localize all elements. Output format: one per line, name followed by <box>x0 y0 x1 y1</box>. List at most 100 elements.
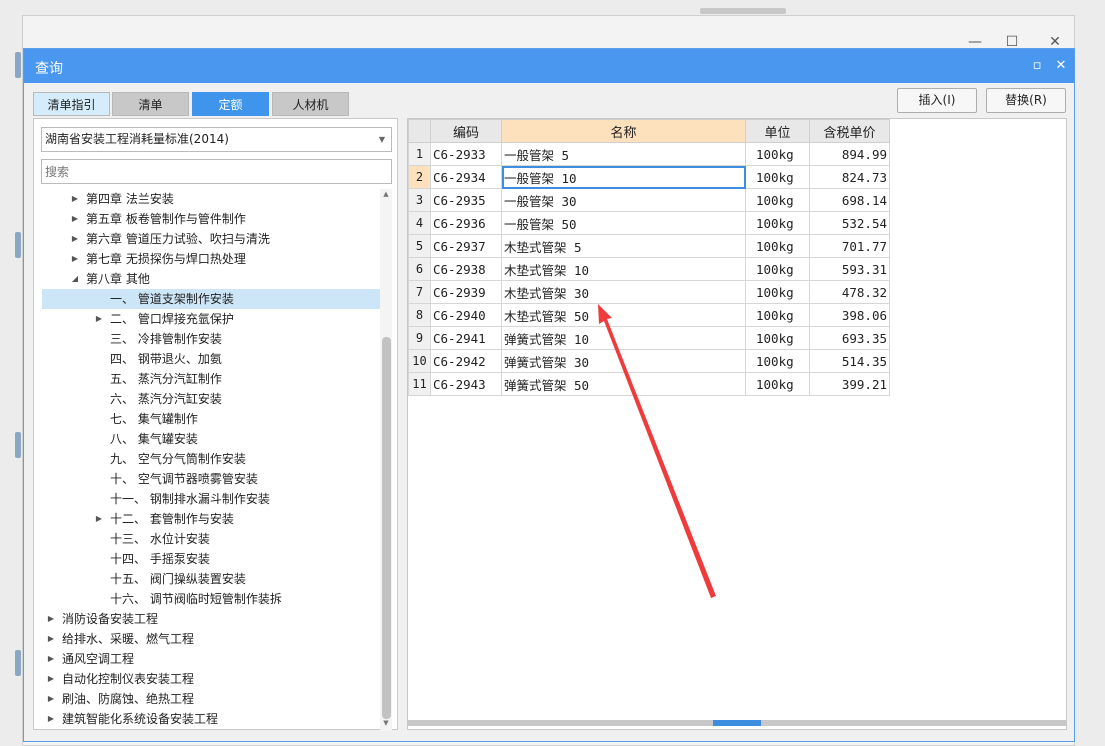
collapsed-chevron-icon[interactable]: ▶ <box>46 689 56 709</box>
tree-node[interactable]: ▶ 通风空调工程 <box>42 649 387 669</box>
scroll-down-icon[interactable]: ▼ <box>380 719 392 727</box>
row-number-cell[interactable]: 1 <box>408 142 431 166</box>
collapsed-chevron-icon[interactable]: ▶ <box>46 669 56 689</box>
table-row[interactable]: 4 C6-2936 一般管架 50 100kg 532.54 <box>408 211 890 235</box>
column-header-name[interactable]: 名称 <box>501 119 746 143</box>
horizontal-scrollbar[interactable] <box>408 720 1066 726</box>
price-cell[interactable]: 894.99 <box>809 142 890 166</box>
tree-node[interactable]: 十一、 钢制排水漏斗制作安装 <box>42 489 387 509</box>
scrollbar-thumb[interactable] <box>382 337 391 719</box>
code-cell[interactable]: C6-2936 <box>430 211 502 235</box>
row-number-cell[interactable]: 8 <box>408 303 431 327</box>
collapsed-chevron-icon[interactable]: ▶ <box>46 649 56 669</box>
row-number-cell[interactable]: 10 <box>408 349 431 373</box>
tree-node[interactable]: 十六、 调节阀临时短管制作装拆 <box>42 589 387 609</box>
price-cell[interactable]: 698.14 <box>809 188 890 212</box>
price-cell[interactable]: 478.32 <box>809 280 890 304</box>
code-cell[interactable]: C6-2938 <box>430 257 502 281</box>
tree-node[interactable]: 十五、 阀门操纵装置安装 <box>42 569 387 589</box>
row-number-cell[interactable]: 9 <box>408 326 431 350</box>
name-cell[interactable]: 弹簧式管架 30 <box>501 349 746 373</box>
table-row[interactable]: 9 C6-2941 弹簧式管架 10 100kg 693.35 <box>408 326 890 350</box>
collapsed-chevron-icon[interactable]: ▶ <box>70 249 80 269</box>
table-row[interactable]: 3 C6-2935 一般管架 30 100kg 698.14 <box>408 188 890 212</box>
code-cell[interactable]: C6-2933 <box>430 142 502 166</box>
tree-node[interactable]: ▶ 二、 管口焊接充氩保护 <box>42 309 387 329</box>
code-cell[interactable]: C6-2941 <box>430 326 502 350</box>
row-number-cell[interactable]: 6 <box>408 257 431 281</box>
name-cell[interactable]: 弹簧式管架 50 <box>501 372 746 396</box>
unit-cell[interactable]: 100kg <box>745 372 810 396</box>
unit-cell[interactable]: 100kg <box>745 188 810 212</box>
tab-list-guide[interactable]: 清单指引 <box>33 92 110 116</box>
table-row[interactable]: 6 C6-2938 木垫式管架 10 100kg 593.31 <box>408 257 890 281</box>
table-row[interactable]: 5 C6-2937 木垫式管架 5 100kg 701.77 <box>408 234 890 258</box>
collapsed-chevron-icon[interactable]: ▶ <box>70 189 80 209</box>
table-row[interactable]: 8 C6-2940 木垫式管架 50 100kg 398.06 <box>408 303 890 327</box>
tree-node[interactable]: 十、 空气调节器喷雾管安装 <box>42 469 387 489</box>
price-cell[interactable]: 398.06 <box>809 303 890 327</box>
expanded-chevron-icon[interactable]: ◢ <box>70 269 80 289</box>
collapsed-chevron-icon[interactable]: ▶ <box>70 229 80 249</box>
code-cell[interactable]: C6-2937 <box>430 234 502 258</box>
collapsed-chevron-icon[interactable]: ▶ <box>46 609 56 629</box>
tree-node[interactable]: ▶ 建筑智能化系统设备安装工程 <box>42 709 387 729</box>
unit-cell[interactable]: 100kg <box>745 280 810 304</box>
search-input[interactable] <box>41 159 392 184</box>
restore-icon[interactable]: ▫ <box>1028 57 1046 75</box>
price-cell[interactable]: 693.35 <box>809 326 890 350</box>
name-cell[interactable]: 一般管架 30 <box>501 188 746 212</box>
code-cell[interactable]: C6-2940 <box>430 303 502 327</box>
tree-node[interactable]: 五、 蒸汽分汽缸制作 <box>42 369 387 389</box>
collapsed-chevron-icon[interactable]: ▶ <box>46 709 56 729</box>
tab-labor-material-machine[interactable]: 人材机 <box>272 92 349 116</box>
price-cell[interactable]: 532.54 <box>809 211 890 235</box>
scroll-up-icon[interactable]: ▲ <box>380 190 392 198</box>
unit-cell[interactable]: 100kg <box>745 142 810 166</box>
unit-cell[interactable]: 100kg <box>745 211 810 235</box>
column-header-price[interactable]: 含税单价 <box>809 119 890 143</box>
name-cell[interactable]: 一般管架 5 <box>501 142 746 166</box>
price-cell[interactable]: 701.77 <box>809 234 890 258</box>
dialog-close-icon[interactable]: ✕ <box>1052 57 1070 75</box>
chevron-down-icon[interactable]: ▼ <box>379 128 385 151</box>
price-cell[interactable]: 514.35 <box>809 349 890 373</box>
code-cell[interactable]: C6-2943 <box>430 372 502 396</box>
collapsed-chevron-icon[interactable]: ▶ <box>94 309 104 329</box>
unit-cell[interactable]: 100kg <box>745 326 810 350</box>
row-number-cell[interactable]: 3 <box>408 188 431 212</box>
row-number-cell[interactable]: 5 <box>408 234 431 258</box>
price-cell[interactable]: 824.73 <box>809 165 890 189</box>
tree-node[interactable]: ▶ 十二、 套管制作与安装 <box>42 509 387 529</box>
collapsed-chevron-icon[interactable]: ▶ <box>94 509 104 529</box>
unit-cell[interactable]: 100kg <box>745 349 810 373</box>
tree-node[interactable]: 六、 蒸汽分汽缸安装 <box>42 389 387 409</box>
row-number-cell[interactable]: 11 <box>408 372 431 396</box>
name-cell[interactable]: 木垫式管架 10 <box>501 257 746 281</box>
standard-select[interactable]: 湖南省安装工程消耗量标准(2014) ▼ <box>41 127 392 152</box>
tab-quota[interactable]: 定额 <box>192 92 269 116</box>
code-cell[interactable]: C6-2942 <box>430 349 502 373</box>
collapsed-chevron-icon[interactable]: ▶ <box>70 209 80 229</box>
tree-node[interactable]: ▶ 自动化控制仪表安装工程 <box>42 669 387 689</box>
name-cell[interactable]: 木垫式管架 5 <box>501 234 746 258</box>
table-row[interactable]: 1 C6-2933 一般管架 5 100kg 894.99 <box>408 142 890 166</box>
column-header-code[interactable]: 编码 <box>430 119 502 143</box>
price-cell[interactable]: 399.21 <box>809 372 890 396</box>
tree-node[interactable]: 十三、 水位计安装 <box>42 529 387 549</box>
row-number-cell[interactable]: 4 <box>408 211 431 235</box>
tree-node[interactable]: ▶ 第七章 无损探伤与焊口热处理 <box>42 249 387 269</box>
tree-node[interactable]: ▶ 刷油、防腐蚀、绝热工程 <box>42 689 387 709</box>
name-cell[interactable]: 木垫式管架 50 <box>501 303 746 327</box>
tree-node[interactable]: ◢ 第八章 其他 <box>42 269 387 289</box>
row-number-cell[interactable]: 2 <box>408 165 431 189</box>
tree-node[interactable]: 八、 集气罐安装 <box>42 429 387 449</box>
tree-node[interactable]: ▶ 消防设备安装工程 <box>42 609 387 629</box>
unit-cell[interactable]: 100kg <box>745 234 810 258</box>
unit-cell[interactable]: 100kg <box>745 303 810 327</box>
tree-node[interactable]: ▶ 第五章 板卷管制作与管件制作 <box>42 209 387 229</box>
code-cell[interactable]: C6-2935 <box>430 188 502 212</box>
unit-cell[interactable]: 100kg <box>745 165 810 189</box>
tree-node[interactable]: 四、 钢带退火、加氨 <box>42 349 387 369</box>
collapsed-chevron-icon[interactable]: ▶ <box>46 629 56 649</box>
